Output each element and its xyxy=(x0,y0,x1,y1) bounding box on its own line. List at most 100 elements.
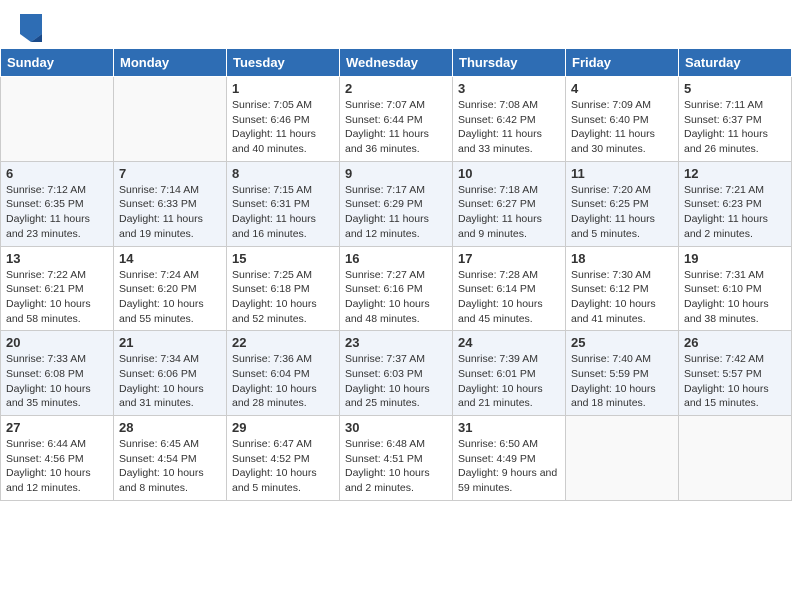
day-number: 6 xyxy=(6,166,108,181)
calendar-cell: 20 Sunrise: 7:33 AMSunset: 6:08 PMDayligh… xyxy=(1,331,114,416)
day-number: 13 xyxy=(6,251,108,266)
calendar-cell: 13 Sunrise: 7:22 AMSunset: 6:21 PMDayligh… xyxy=(1,246,114,331)
calendar-week-row: 20 Sunrise: 7:33 AMSunset: 6:08 PMDayligh… xyxy=(1,331,792,416)
calendar-cell xyxy=(114,77,227,162)
calendar-cell: 6 Sunrise: 7:12 AMSunset: 6:35 PMDaylight… xyxy=(1,161,114,246)
day-header-friday: Friday xyxy=(566,49,679,77)
day-info: Sunrise: 7:33 AMSunset: 6:08 PMDaylight:… xyxy=(6,352,108,411)
day-header-thursday: Thursday xyxy=(453,49,566,77)
calendar-cell: 17Sunrise: 7:28 AMSunset: 6:14 PMDayligh… xyxy=(453,246,566,331)
day-number: 27 xyxy=(6,420,108,435)
calendar-week-row: 13 Sunrise: 7:22 AMSunset: 6:21 PMDayligh… xyxy=(1,246,792,331)
calendar-cell xyxy=(1,77,114,162)
day-info: Sunrise: 7:25 AMSunset: 6:18 PMDaylight:… xyxy=(232,268,334,327)
day-info: Sunrise: 6:47 AMSunset: 4:52 PMDaylight:… xyxy=(232,437,334,496)
calendar-cell: 18 Sunrise: 7:30 AMSunset: 6:12 PMDayligh… xyxy=(566,246,679,331)
calendar-cell: 14Sunrise: 7:24 AMSunset: 6:20 PMDayligh… xyxy=(114,246,227,331)
day-header-sunday: Sunday xyxy=(1,49,114,77)
day-info: Sunrise: 7:21 AMSunset: 6:23 PMDaylight:… xyxy=(684,183,786,242)
page-header xyxy=(0,0,792,48)
day-info: Sunrise: 7:05 AMSunset: 6:46 PMDaylight:… xyxy=(232,98,334,157)
day-info: Sunrise: 7:18 AMSunset: 6:27 PMDaylight:… xyxy=(458,183,560,242)
day-number: 12 xyxy=(684,166,786,181)
calendar-table: SundayMondayTuesdayWednesdayThursdayFrid… xyxy=(0,48,792,501)
day-info: Sunrise: 7:07 AMSunset: 6:44 PMDaylight:… xyxy=(345,98,447,157)
calendar-cell xyxy=(566,416,679,501)
calendar-cell: 10 Sunrise: 7:18 AMSunset: 6:27 PMDayligh… xyxy=(453,161,566,246)
day-number: 15 xyxy=(232,251,334,266)
calendar-cell: 15 Sunrise: 7:25 AMSunset: 6:18 PMDayligh… xyxy=(227,246,340,331)
day-info: Sunrise: 7:17 AMSunset: 6:29 PMDaylight:… xyxy=(345,183,447,242)
day-info: Sunrise: 7:15 AMSunset: 6:31 PMDaylight:… xyxy=(232,183,334,242)
day-info: Sunrise: 6:50 AMSunset: 4:49 PMDaylight:… xyxy=(458,437,560,496)
day-info: Sunrise: 7:37 AMSunset: 6:03 PMDaylight:… xyxy=(345,352,447,411)
logo-icon xyxy=(20,14,42,42)
calendar-cell: 1Sunrise: 7:05 AMSunset: 6:46 PMDaylight… xyxy=(227,77,340,162)
day-info: Sunrise: 7:40 AMSunset: 5:59 PMDaylight:… xyxy=(571,352,673,411)
day-number: 8 xyxy=(232,166,334,181)
day-info: Sunrise: 7:11 AMSunset: 6:37 PMDaylight:… xyxy=(684,98,786,157)
calendar-cell: 28Sunrise: 6:45 AMSunset: 4:54 PMDayligh… xyxy=(114,416,227,501)
logo xyxy=(20,14,44,42)
day-number: 11 xyxy=(571,166,673,181)
day-number: 26 xyxy=(684,335,786,350)
day-info: Sunrise: 7:42 AMSunset: 5:57 PMDaylight:… xyxy=(684,352,786,411)
calendar-cell: 27 Sunrise: 6:44 AMSunset: 4:56 PMDayligh… xyxy=(1,416,114,501)
calendar-cell: 25 Sunrise: 7:40 AMSunset: 5:59 PMDayligh… xyxy=(566,331,679,416)
calendar-cell: 30 Sunrise: 6:48 AMSunset: 4:51 PMDayligh… xyxy=(340,416,453,501)
day-info: Sunrise: 7:36 AMSunset: 6:04 PMDaylight:… xyxy=(232,352,334,411)
calendar-cell: 11Sunrise: 7:20 AMSunset: 6:25 PMDayligh… xyxy=(566,161,679,246)
day-number: 30 xyxy=(345,420,447,435)
calendar-cell: 3 Sunrise: 7:08 AMSunset: 6:42 PMDaylight… xyxy=(453,77,566,162)
day-number: 23 xyxy=(345,335,447,350)
day-info: Sunrise: 7:27 AMSunset: 6:16 PMDaylight:… xyxy=(345,268,447,327)
calendar-week-row: 1Sunrise: 7:05 AMSunset: 6:46 PMDaylight… xyxy=(1,77,792,162)
calendar-cell: 7Sunrise: 7:14 AMSunset: 6:33 PMDaylight… xyxy=(114,161,227,246)
day-info: Sunrise: 6:44 AMSunset: 4:56 PMDaylight:… xyxy=(6,437,108,496)
calendar-week-row: 6 Sunrise: 7:12 AMSunset: 6:35 PMDaylight… xyxy=(1,161,792,246)
day-number: 20 xyxy=(6,335,108,350)
calendar-cell: 12 Sunrise: 7:21 AMSunset: 6:23 PMDayligh… xyxy=(679,161,792,246)
day-number: 24 xyxy=(458,335,560,350)
day-info: Sunrise: 7:31 AMSunset: 6:10 PMDaylight:… xyxy=(684,268,786,327)
calendar-cell: 16Sunrise: 7:27 AMSunset: 6:16 PMDayligh… xyxy=(340,246,453,331)
calendar-cell: 8 Sunrise: 7:15 AMSunset: 6:31 PMDaylight… xyxy=(227,161,340,246)
day-number: 17 xyxy=(458,251,560,266)
day-number: 31 xyxy=(458,420,560,435)
day-info: Sunrise: 7:09 AMSunset: 6:40 PMDaylight:… xyxy=(571,98,673,157)
calendar-header-row: SundayMondayTuesdayWednesdayThursdayFrid… xyxy=(1,49,792,77)
day-number: 18 xyxy=(571,251,673,266)
day-info: Sunrise: 7:22 AMSunset: 6:21 PMDaylight:… xyxy=(6,268,108,327)
calendar-cell: 22 Sunrise: 7:36 AMSunset: 6:04 PMDayligh… xyxy=(227,331,340,416)
day-info: Sunrise: 7:30 AMSunset: 6:12 PMDaylight:… xyxy=(571,268,673,327)
calendar-cell: 4Sunrise: 7:09 AMSunset: 6:40 PMDaylight… xyxy=(566,77,679,162)
calendar-week-row: 27 Sunrise: 6:44 AMSunset: 4:56 PMDayligh… xyxy=(1,416,792,501)
day-number: 25 xyxy=(571,335,673,350)
day-info: Sunrise: 6:48 AMSunset: 4:51 PMDaylight:… xyxy=(345,437,447,496)
day-number: 22 xyxy=(232,335,334,350)
day-number: 3 xyxy=(458,81,560,96)
calendar-cell: 9 Sunrise: 7:17 AMSunset: 6:29 PMDaylight… xyxy=(340,161,453,246)
calendar-cell: 31 Sunrise: 6:50 AMSunset: 4:49 PMDayligh… xyxy=(453,416,566,501)
calendar-cell: 5Sunrise: 7:11 AMSunset: 6:37 PMDaylight… xyxy=(679,77,792,162)
calendar-cell: 19 Sunrise: 7:31 AMSunset: 6:10 PMDayligh… xyxy=(679,246,792,331)
day-number: 7 xyxy=(119,166,221,181)
day-number: 9 xyxy=(345,166,447,181)
day-info: Sunrise: 7:08 AMSunset: 6:42 PMDaylight:… xyxy=(458,98,560,157)
day-header-tuesday: Tuesday xyxy=(227,49,340,77)
day-info: Sunrise: 7:12 AMSunset: 6:35 PMDaylight:… xyxy=(6,183,108,242)
day-info: Sunrise: 7:39 AMSunset: 6:01 PMDaylight:… xyxy=(458,352,560,411)
day-header-wednesday: Wednesday xyxy=(340,49,453,77)
day-number: 2 xyxy=(345,81,447,96)
calendar-cell: 24 Sunrise: 7:39 AMSunset: 6:01 PMDayligh… xyxy=(453,331,566,416)
calendar-cell: 2 Sunrise: 7:07 AMSunset: 6:44 PMDaylight… xyxy=(340,77,453,162)
calendar-cell xyxy=(679,416,792,501)
day-number: 28 xyxy=(119,420,221,435)
day-header-saturday: Saturday xyxy=(679,49,792,77)
calendar-cell: 29Sunrise: 6:47 AMSunset: 4:52 PMDayligh… xyxy=(227,416,340,501)
day-number: 19 xyxy=(684,251,786,266)
calendar-cell: 26 Sunrise: 7:42 AMSunset: 5:57 PMDayligh… xyxy=(679,331,792,416)
day-number: 10 xyxy=(458,166,560,181)
day-info: Sunrise: 7:24 AMSunset: 6:20 PMDaylight:… xyxy=(119,268,221,327)
calendar-cell: 23 Sunrise: 7:37 AMSunset: 6:03 PMDayligh… xyxy=(340,331,453,416)
